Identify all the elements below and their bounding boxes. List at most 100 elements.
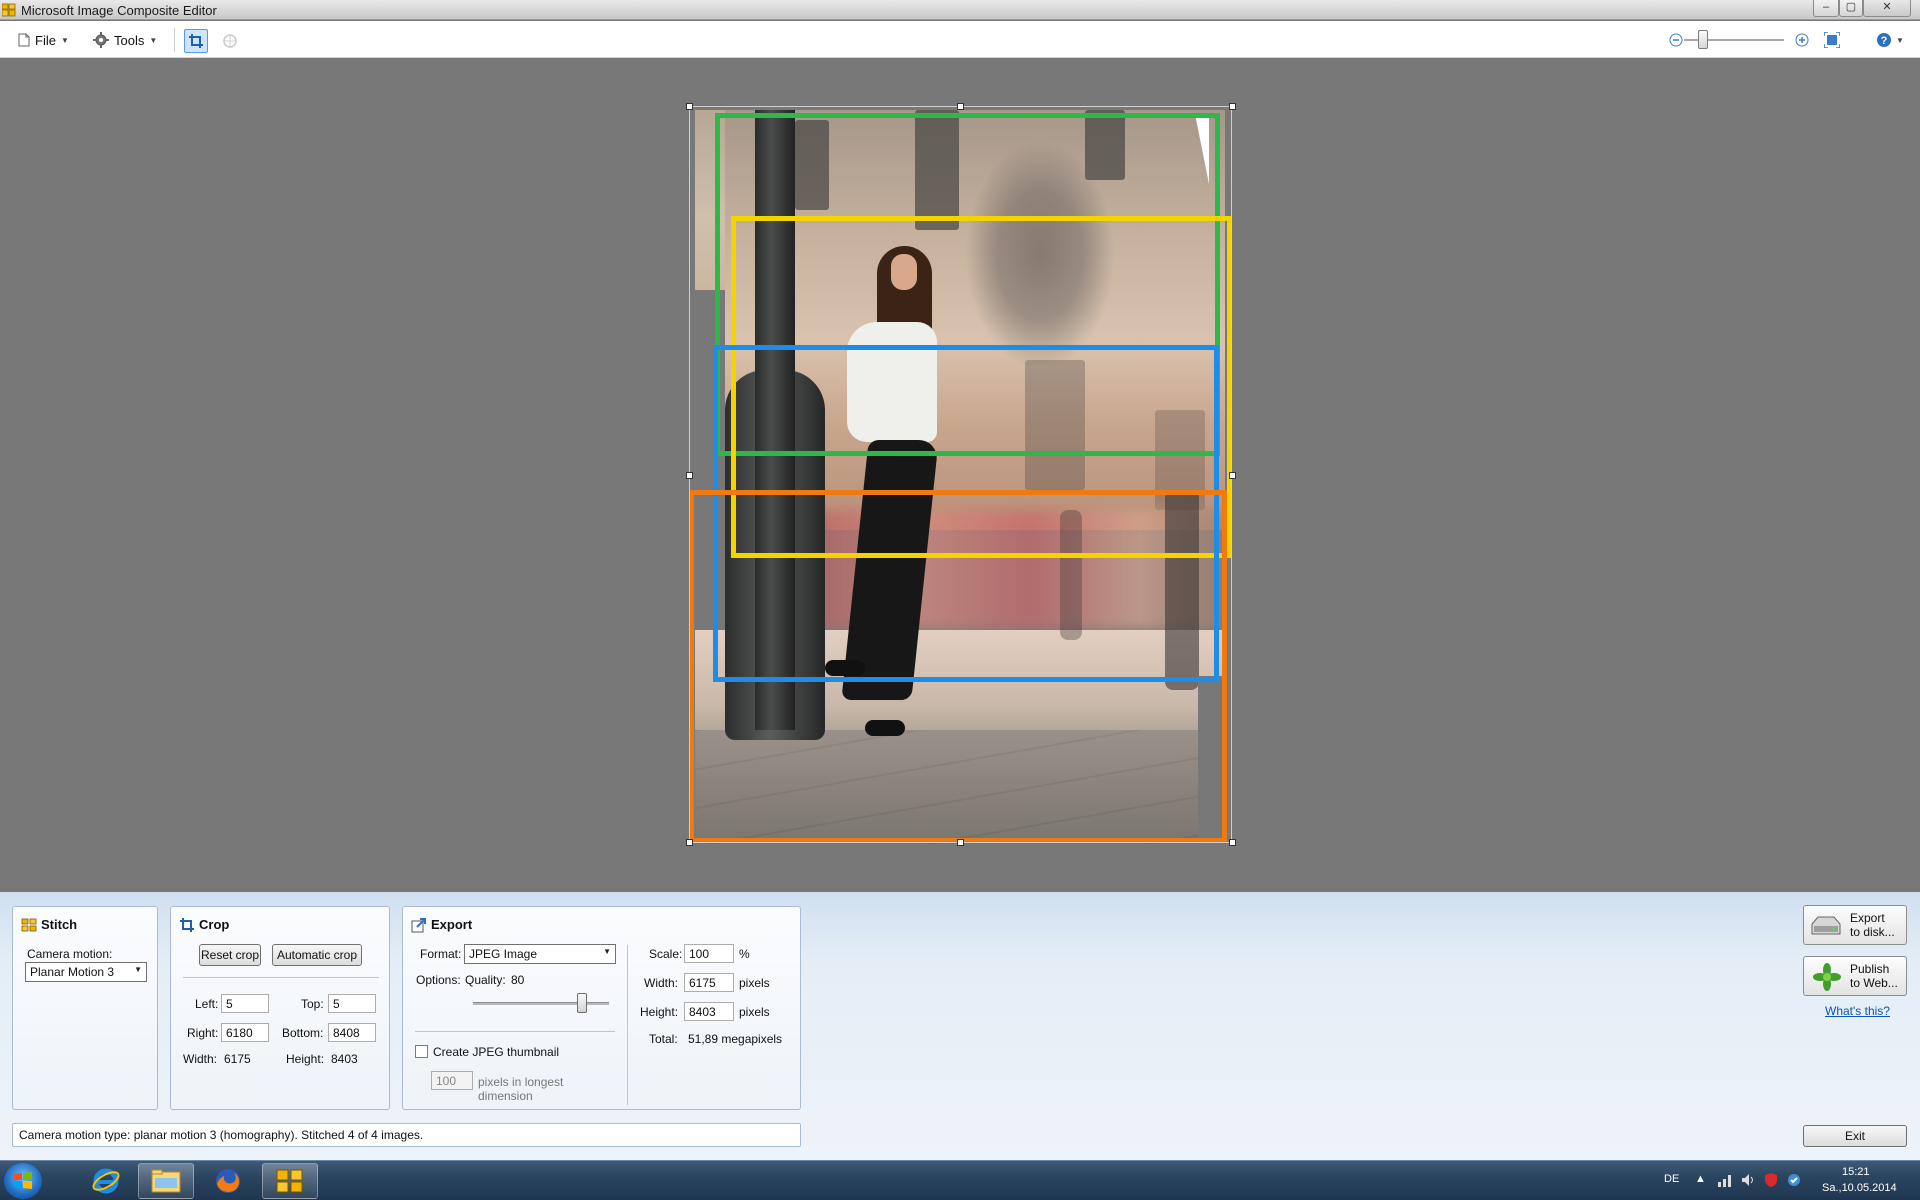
crop-width-label: Width: — [183, 1052, 218, 1066]
disk-drive-icon — [1811, 916, 1841, 935]
file-menu[interactable]: File ▼ — [18, 30, 69, 50]
format-label: Format: — [420, 947, 462, 961]
crop-handle-top[interactable] — [957, 103, 964, 110]
reset-crop-button[interactable]: Reset crop — [199, 944, 261, 966]
title-bar: Microsoft Image Composite Editor – ▢ ✕ — [0, 0, 1920, 20]
crop-selection[interactable] — [689, 106, 1232, 843]
panorama-preview[interactable] — [686, 103, 1236, 846]
folder-icon — [151, 1169, 181, 1193]
crop-top-input[interactable]: 5 — [328, 994, 376, 1013]
export-height-unit: pixels — [739, 1005, 770, 1019]
crop-height-value: 8403 — [331, 1052, 358, 1066]
clock-time[interactable]: 15:21 — [1842, 1166, 1870, 1178]
toolbar-separator — [174, 28, 175, 52]
security-shield-icon[interactable] — [1763, 1172, 1779, 1188]
format-select[interactable]: JPEG Image ▼ — [464, 944, 616, 964]
windows-taskbar: DE ▲ 15:21 Sa.,10.05.2014 — [0, 1160, 1920, 1200]
crop-handle-right[interactable] — [1229, 472, 1236, 479]
camera-motion-select[interactable]: Planar Motion 3 ▼ — [25, 962, 147, 982]
total-label: Total: — [649, 1032, 678, 1046]
scale-label: Scale: — [649, 947, 683, 961]
publish-to-web-label: Publish to Web... — [1850, 962, 1898, 990]
export-height-input[interactable]: 8403 — [684, 1002, 734, 1021]
zoom-in-icon[interactable] — [1795, 33, 1809, 47]
crop-bottom-input[interactable]: 8408 — [328, 1023, 376, 1042]
crop-handle-bottom-right[interactable] — [1229, 839, 1236, 846]
quality-slider-track[interactable] — [473, 1002, 609, 1005]
chevron-down-icon: ▼ — [149, 35, 158, 45]
status-bar: Camera motion type: planar motion 3 (hom… — [12, 1123, 801, 1147]
export-line2: to disk... — [1850, 925, 1895, 939]
maximize-button[interactable]: ▢ — [1839, 0, 1863, 17]
fit-to-window-icon[interactable] — [1824, 32, 1840, 48]
create-thumbnail-label[interactable]: Create JPEG thumbnail — [433, 1045, 559, 1059]
window-title: Microsoft Image Composite Editor — [21, 3, 217, 18]
gear-icon — [93, 32, 109, 48]
rotate-3d-icon — [223, 34, 237, 48]
update-icon[interactable] — [1786, 1172, 1802, 1188]
crop-handle-top-right[interactable] — [1229, 103, 1236, 110]
file-icon — [18, 33, 30, 47]
export-title: Export — [431, 917, 473, 932]
zoom-out-icon[interactable] — [1669, 33, 1683, 47]
crop-handle-left[interactable] — [686, 472, 693, 479]
crop-right-label: Right: — [187, 1026, 219, 1040]
minimize-button[interactable]: – — [1813, 0, 1839, 17]
ice-app-icon — [276, 1169, 303, 1193]
zoom-slider-thumb[interactable] — [1698, 30, 1708, 49]
thumbnail-unit-line1: pixels in longest — [478, 1075, 564, 1089]
photosynth-icon — [1813, 963, 1841, 991]
chevron-down-icon: ▼ — [134, 965, 142, 974]
taskbar-ie[interactable] — [78, 1163, 134, 1199]
whats-this-link[interactable]: What's this? — [1825, 1004, 1890, 1018]
ice-app-icon — [2, 3, 16, 17]
taskbar-ice[interactable] — [262, 1163, 318, 1199]
export-height-label: Height: — [640, 1005, 679, 1019]
exit-button[interactable]: Exit — [1803, 1125, 1907, 1147]
help-icon[interactable]: ? — [1876, 32, 1892, 48]
tools-menu[interactable]: Tools ▼ — [93, 30, 157, 50]
crop-left-input[interactable]: 5 — [221, 994, 269, 1013]
publish-to-web-button[interactable]: Publish to Web... — [1803, 956, 1907, 996]
stitch-panel: Stitch Camera motion: Planar Motion 3 ▼ — [12, 906, 158, 1110]
publish-line2: to Web... — [1850, 976, 1898, 990]
automatic-crop-button[interactable]: Automatic crop — [272, 944, 362, 966]
crop-top-label: Top: — [301, 997, 324, 1011]
help-chevron-icon[interactable]: ▼ — [1896, 36, 1904, 45]
quality-slider-thumb[interactable] — [576, 993, 587, 1013]
scale-input[interactable]: 100 — [684, 944, 734, 963]
options-label: Options: — [416, 973, 461, 987]
stitch-icon — [21, 918, 37, 932]
crop-handle-top-left[interactable] — [686, 103, 693, 110]
taskbar-explorer[interactable] — [138, 1163, 194, 1199]
export-width-input[interactable]: 6175 — [684, 973, 734, 992]
stitch-title: Stitch — [41, 917, 78, 932]
crop-height-label: Height: — [286, 1052, 325, 1066]
crop-icon — [180, 918, 194, 932]
crop-icon — [189, 34, 203, 48]
taskbar-firefox[interactable] — [200, 1163, 256, 1199]
crop-handle-bottom[interactable] — [957, 839, 964, 846]
crop-handle-bottom-left[interactable] — [686, 839, 693, 846]
crop-left-label: Left: — [195, 997, 219, 1011]
internet-explorer-icon — [92, 1168, 120, 1194]
toolbar: File ▼ Tools ▼ ? ▼ — [0, 21, 1920, 58]
svg-text:?: ? — [1881, 35, 1888, 47]
start-button[interactable] — [4, 1163, 42, 1199]
crop-right-input[interactable]: 6180 — [221, 1023, 269, 1042]
create-thumbnail-checkbox[interactable] — [415, 1045, 428, 1058]
rotate-tool-button[interactable] — [218, 29, 242, 53]
tray-expand-icon[interactable]: ▲ — [1695, 1173, 1706, 1185]
crop-tool-button[interactable] — [184, 29, 208, 53]
quality-value: 80 — [511, 973, 525, 987]
network-icon[interactable] — [1717, 1172, 1733, 1188]
quality-label: Quality: — [465, 973, 506, 987]
export-to-disk-button[interactable]: Export to disk... — [1803, 905, 1907, 945]
clock-date[interactable]: Sa.,10.05.2014 — [1822, 1182, 1897, 1194]
close-button[interactable]: ✕ — [1863, 0, 1911, 17]
thumbnail-size-input[interactable]: 100 — [431, 1071, 473, 1090]
crop-panel: Crop Reset crop Automatic crop Left: 5 T… — [170, 906, 390, 1110]
volume-icon[interactable] — [1740, 1172, 1756, 1188]
language-indicator[interactable]: DE — [1664, 1173, 1679, 1185]
export-width-unit: pixels — [739, 976, 770, 990]
